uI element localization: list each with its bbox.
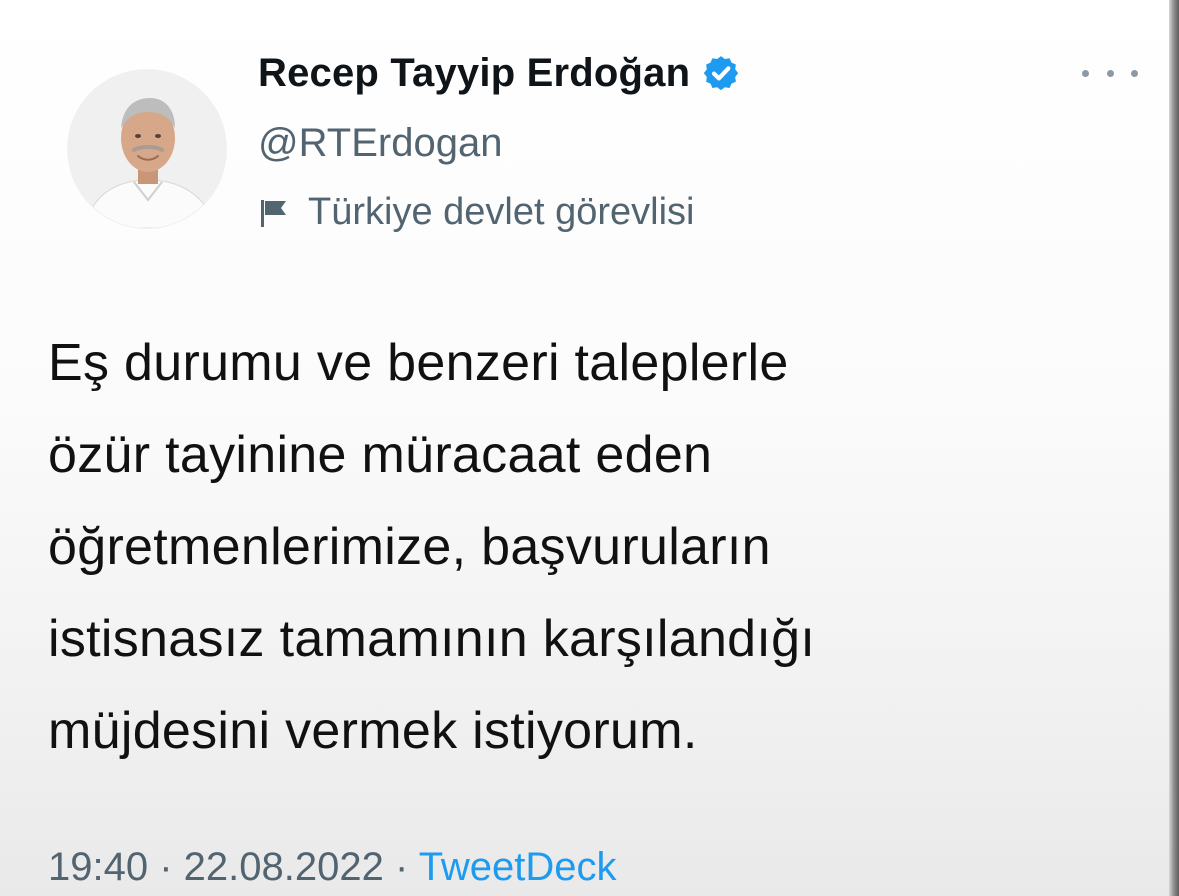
tweet-date[interactable]: 22.08.2022 xyxy=(184,845,384,889)
tweet-metadata: 19:40 · 22.08.2022 · TweetDeck xyxy=(48,845,617,890)
avatar-image xyxy=(68,70,226,228)
author-label-row[interactable]: Türkiye devlet görevlisi xyxy=(258,191,694,234)
right-edge-border xyxy=(1169,0,1179,896)
flag-icon xyxy=(258,197,290,229)
tweet-text-line: özür tayinine müracaat eden xyxy=(48,426,713,484)
more-dot xyxy=(1082,69,1089,77)
meta-separator: · xyxy=(148,845,184,889)
more-dot xyxy=(1106,69,1114,77)
author-handle[interactable]: @RTErdogan xyxy=(258,121,502,166)
government-label: Türkiye devlet görevlisi xyxy=(308,191,695,233)
more-dot xyxy=(1131,69,1138,77)
tweet-text-line: Eş durumu ve benzeri taleplerle xyxy=(48,334,789,392)
tweet-text-line: müjdesini vermek istiyorum. xyxy=(48,702,698,760)
author-name-row: Recep Tayyip Erdoğan xyxy=(258,51,742,96)
tweet-text-line: öğretmenlerimize, başvuruların xyxy=(48,518,771,576)
avatar[interactable] xyxy=(68,70,226,228)
verified-badge-icon[interactable] xyxy=(700,53,742,95)
meta-separator: · xyxy=(383,845,419,889)
tweet-screenshot: Recep Tayyip Erdoğan @RTErdogan Türkiye … xyxy=(0,0,1179,896)
more-icon[interactable] xyxy=(1082,58,1138,88)
tweet-text-line: istisnasız tamamının karşılandığı xyxy=(48,610,816,668)
tweet-time[interactable]: 19:40 xyxy=(48,845,148,889)
tweet-source-link[interactable]: TweetDeck xyxy=(419,845,617,889)
author-display-name[interactable]: Recep Tayyip Erdoğan xyxy=(258,51,690,96)
tweet-text: Eş durumu ve benzeri taleplerle özür tay… xyxy=(48,317,1098,777)
